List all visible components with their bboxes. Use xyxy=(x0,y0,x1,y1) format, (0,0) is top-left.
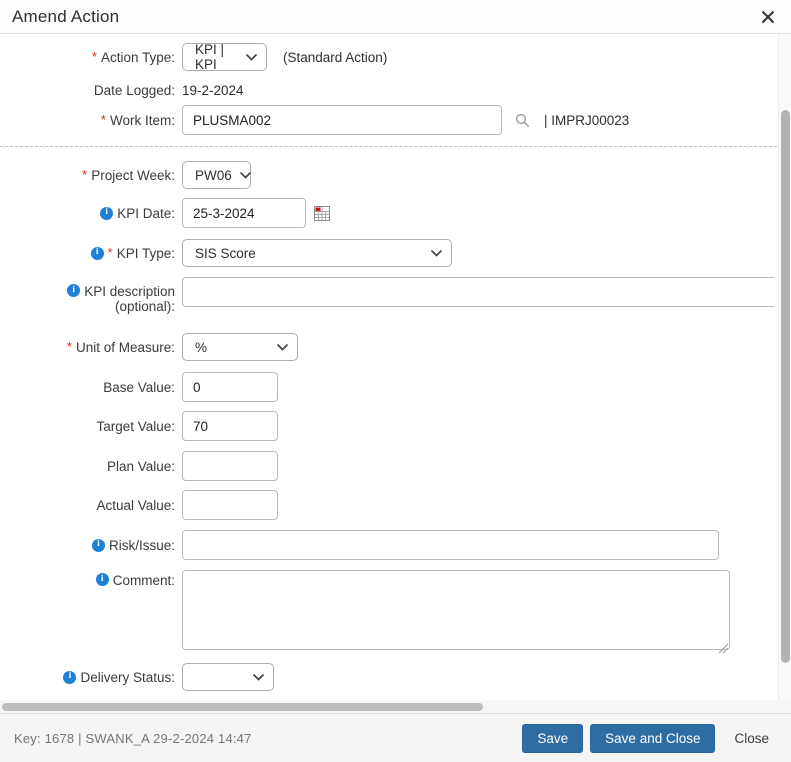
chevron-down-icon xyxy=(431,249,442,257)
search-icon[interactable] xyxy=(515,113,530,128)
required-marker: * xyxy=(66,338,72,354)
row-comment: i Comment: xyxy=(0,570,730,655)
dialog-title: Amend Action xyxy=(12,6,120,26)
unit-of-measure-select[interactable]: % xyxy=(182,333,298,361)
row-delivery-status: i Delivery Status: xyxy=(0,663,274,691)
info-icon[interactable]: i xyxy=(91,538,105,552)
delivery-status-label: Delivery Status: xyxy=(80,669,175,685)
horizontal-scrollbar-thumb[interactable] xyxy=(2,703,483,711)
required-marker: * xyxy=(100,111,106,127)
target-value-input[interactable] xyxy=(182,411,278,441)
row-risk-issue: i Risk/Issue: xyxy=(0,530,719,560)
comment-textarea[interactable] xyxy=(182,570,730,650)
required-marker: * xyxy=(91,48,97,64)
row-action-type: * Action Type: KPI | KPI (Standard Actio… xyxy=(0,42,388,72)
comment-label: Comment: xyxy=(112,573,175,588)
action-type-suffix: (Standard Action) xyxy=(283,49,388,65)
row-plan-value: Plan Value: xyxy=(0,451,278,481)
row-unit-of-measure: * Unit of Measure: % xyxy=(0,333,298,361)
kpi-description-label: KPI description xyxy=(84,284,175,299)
dialog-header: Amend Action xyxy=(0,0,791,34)
save-and-close-button[interactable]: Save and Close xyxy=(590,723,716,753)
chevron-down-icon xyxy=(253,673,264,681)
row-kpi-description: i KPI description (optional): xyxy=(0,277,774,314)
chevron-down-icon xyxy=(239,171,251,179)
record-key-info: Key: 1678 | SWANK_A 29-2-2024 14:47 xyxy=(14,730,252,746)
chevron-down-icon xyxy=(246,53,257,61)
unit-of-measure-value: % xyxy=(195,339,208,355)
kpi-date-label: KPI Date: xyxy=(117,205,175,221)
info-icon[interactable]: i xyxy=(100,206,114,220)
row-actual-value: Actual Value: xyxy=(0,490,278,520)
delivery-status-select[interactable] xyxy=(182,663,274,691)
chevron-down-icon xyxy=(277,343,288,351)
action-type-value: KPI | KPI xyxy=(195,42,225,72)
row-kpi-type: i * KPI Type: SIS Score xyxy=(0,239,452,267)
date-logged-label: Date Logged: xyxy=(93,82,175,98)
target-value-label: Target Value: xyxy=(96,418,175,434)
kpi-type-label: KPI Type: xyxy=(116,245,175,261)
row-target-value: Target Value: xyxy=(0,411,278,441)
work-item-input[interactable] xyxy=(182,105,502,135)
row-date-logged: Date Logged: 19-2-2024 xyxy=(0,80,244,100)
dialog-body: * Action Type: KPI | KPI (Standard Actio… xyxy=(0,34,791,700)
close-button[interactable]: Close xyxy=(722,724,777,753)
action-type-select[interactable]: KPI | KPI xyxy=(182,42,267,72)
kpi-description-label-2: (optional): xyxy=(114,299,175,314)
required-marker: * xyxy=(82,166,88,182)
kpi-date-input[interactable] xyxy=(182,198,306,228)
work-item-reference: | IMPRJ00023 xyxy=(544,112,630,128)
kpi-type-value: SIS Score xyxy=(195,245,256,261)
kpi-type-select[interactable]: SIS Score xyxy=(182,239,452,267)
risk-issue-input[interactable] xyxy=(182,530,719,560)
project-week-value: PW06 xyxy=(195,167,232,183)
amend-action-dialog: Amend Action * Action Type: KPI | KPI (S… xyxy=(0,0,791,762)
horizontal-scrollbar-track[interactable] xyxy=(0,700,791,713)
unit-of-measure-label: Unit of Measure: xyxy=(75,339,175,355)
plan-value-input[interactable] xyxy=(182,451,278,481)
calendar-icon[interactable] xyxy=(314,205,330,221)
date-logged-value: 19-2-2024 xyxy=(182,82,244,98)
required-marker: * xyxy=(107,244,113,260)
kpi-description-input[interactable] xyxy=(182,277,774,307)
row-work-item: * Work Item: | IMPRJ00023 xyxy=(0,105,629,135)
info-icon[interactable]: i xyxy=(95,573,109,586)
info-icon[interactable]: i xyxy=(63,670,77,684)
row-kpi-date: i KPI Date: xyxy=(0,198,330,228)
row-base-value: Base Value: xyxy=(0,372,278,402)
base-value-input[interactable] xyxy=(182,372,278,402)
project-week-select[interactable]: PW06 xyxy=(182,161,251,189)
save-button[interactable]: Save xyxy=(522,723,584,753)
action-type-label: Action Type: xyxy=(100,49,175,65)
vertical-scrollbar-thumb[interactable] xyxy=(781,110,790,663)
actual-value-label: Actual Value: xyxy=(96,497,175,513)
row-project-week: * Project Week: PW06 xyxy=(0,161,251,189)
vertical-scrollbar-track[interactable] xyxy=(778,34,791,700)
work-item-label: Work Item: xyxy=(109,112,175,128)
project-week-label: Project Week: xyxy=(91,167,175,183)
close-icon[interactable] xyxy=(757,6,779,28)
plan-value-label: Plan Value: xyxy=(106,458,175,474)
dialog-footer: Key: 1678 | SWANK_A 29-2-2024 14:47 Save… xyxy=(0,713,791,762)
info-icon[interactable]: i xyxy=(67,284,81,297)
actual-value-input[interactable] xyxy=(182,490,278,520)
section-separator xyxy=(0,146,777,147)
info-icon[interactable]: i xyxy=(90,246,104,260)
base-value-label: Base Value: xyxy=(103,379,175,395)
risk-issue-label: Risk/Issue: xyxy=(108,537,175,553)
